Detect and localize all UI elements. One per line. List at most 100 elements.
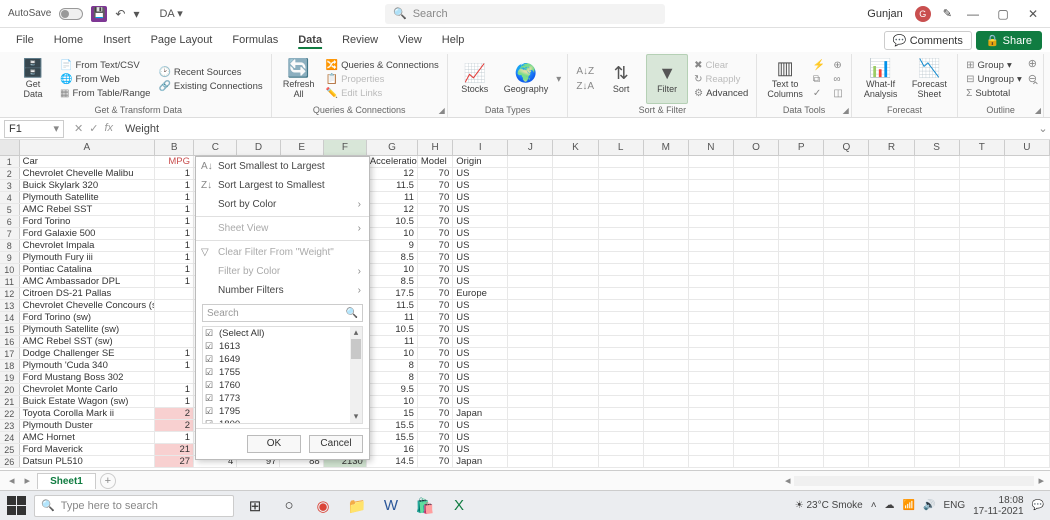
- row-head[interactable]: 13: [0, 300, 20, 311]
- ok-button[interactable]: OK: [247, 435, 301, 453]
- whatif-button[interactable]: 📊What-If Analysis: [858, 54, 904, 104]
- cell[interactable]: [960, 348, 1005, 359]
- cell[interactable]: [644, 372, 689, 383]
- cell[interactable]: [824, 348, 869, 359]
- cell[interactable]: [689, 420, 734, 431]
- maximize-icon[interactable]: ▢: [994, 7, 1012, 21]
- cell[interactable]: [779, 336, 824, 347]
- cell[interactable]: [553, 348, 598, 359]
- cancel-button[interactable]: Cancel: [309, 435, 363, 453]
- row-head[interactable]: 5: [0, 204, 20, 215]
- cell[interactable]: [734, 324, 779, 335]
- cell[interactable]: 70: [418, 252, 453, 263]
- cell[interactable]: [644, 360, 689, 371]
- add-sheet-button[interactable]: +: [100, 473, 116, 489]
- cell[interactable]: [508, 180, 553, 191]
- cell[interactable]: [508, 288, 553, 299]
- cell[interactable]: [644, 240, 689, 251]
- tray-toggle-icon[interactable]: ˄: [871, 500, 877, 511]
- cell[interactable]: 70: [418, 360, 453, 371]
- cell[interactable]: US: [453, 432, 508, 443]
- cell[interactable]: [824, 252, 869, 263]
- cell[interactable]: [915, 336, 960, 347]
- cell[interactable]: 1: [155, 240, 194, 251]
- cell[interactable]: 70: [418, 192, 453, 203]
- col-head[interactable]: N: [689, 140, 734, 155]
- cell[interactable]: 70: [418, 240, 453, 251]
- cell[interactable]: [734, 276, 779, 287]
- cell[interactable]: US: [453, 396, 508, 407]
- sort-asc-button[interactable]: A↓Z: [574, 65, 596, 78]
- cell[interactable]: [644, 336, 689, 347]
- cell[interactable]: [599, 456, 644, 467]
- cell[interactable]: [734, 240, 779, 251]
- cell[interactable]: [915, 408, 960, 419]
- cell[interactable]: [779, 276, 824, 287]
- cell[interactable]: 70: [418, 324, 453, 335]
- cell[interactable]: 10: [367, 396, 418, 407]
- cell[interactable]: 11: [367, 192, 418, 203]
- cell[interactable]: 70: [418, 348, 453, 359]
- cell[interactable]: 15: [367, 408, 418, 419]
- quickaccess-dropdown-icon[interactable]: ▾: [133, 7, 139, 21]
- sort-desc-button[interactable]: Z↓A: [574, 80, 596, 93]
- cell[interactable]: [553, 300, 598, 311]
- text-to-columns-button[interactable]: ▥Text to Columns: [763, 54, 807, 104]
- cell[interactable]: Chevrolet Monte Carlo: [20, 384, 155, 395]
- cell[interactable]: 70: [418, 300, 453, 311]
- cell[interactable]: [553, 384, 598, 395]
- from-table-range-button[interactable]: ▦From Table/Range: [58, 87, 152, 100]
- cell[interactable]: [599, 432, 644, 443]
- cell[interactable]: [734, 192, 779, 203]
- cell[interactable]: [824, 444, 869, 455]
- excel-icon[interactable]: X: [446, 493, 472, 519]
- cell[interactable]: [599, 276, 644, 287]
- cell[interactable]: [960, 180, 1005, 191]
- cell[interactable]: [553, 324, 598, 335]
- tab-formulas[interactable]: Formulas: [224, 30, 286, 50]
- cell[interactable]: [689, 216, 734, 227]
- cell[interactable]: [644, 456, 689, 467]
- scroll-thumb[interactable]: [351, 339, 361, 359]
- cell[interactable]: [553, 432, 598, 443]
- cell[interactable]: [779, 192, 824, 203]
- cell[interactable]: [599, 384, 644, 395]
- cell[interactable]: [1005, 180, 1050, 191]
- cell[interactable]: [508, 420, 553, 431]
- cell[interactable]: [869, 384, 914, 395]
- cell[interactable]: 10: [367, 228, 418, 239]
- cell[interactable]: [508, 276, 553, 287]
- cell[interactable]: [1005, 432, 1050, 443]
- cell[interactable]: Ford Mustang Boss 302: [20, 372, 155, 383]
- cell[interactable]: [824, 204, 869, 215]
- cell[interactable]: [779, 372, 824, 383]
- cell[interactable]: US: [453, 192, 508, 203]
- cell[interactable]: [915, 168, 960, 179]
- cell[interactable]: US: [453, 444, 508, 455]
- cell[interactable]: [915, 432, 960, 443]
- cell[interactable]: 1: [155, 396, 194, 407]
- cell[interactable]: 1: [155, 180, 194, 191]
- row-head[interactable]: 8: [0, 240, 20, 251]
- cell[interactable]: [779, 456, 824, 467]
- cell[interactable]: [960, 384, 1005, 395]
- cell[interactable]: [1005, 312, 1050, 323]
- col-head[interactable]: T: [960, 140, 1005, 155]
- cell[interactable]: [689, 444, 734, 455]
- col-head[interactable]: Q: [824, 140, 869, 155]
- cell[interactable]: [779, 180, 824, 191]
- cell[interactable]: [1005, 408, 1050, 419]
- cell[interactable]: [915, 216, 960, 227]
- cell[interactable]: [824, 216, 869, 227]
- cell[interactable]: [1005, 360, 1050, 371]
- cell[interactable]: [824, 192, 869, 203]
- chrome-icon[interactable]: ◉: [310, 493, 336, 519]
- cell[interactable]: US: [453, 420, 508, 431]
- col-head-f[interactable]: F: [324, 140, 367, 155]
- cell[interactable]: 15.5: [367, 432, 418, 443]
- reapply-button[interactable]: ↻Reapply: [692, 73, 750, 86]
- cell[interactable]: [869, 240, 914, 251]
- cell[interactable]: [599, 408, 644, 419]
- cell[interactable]: [824, 324, 869, 335]
- cell[interactable]: [734, 360, 779, 371]
